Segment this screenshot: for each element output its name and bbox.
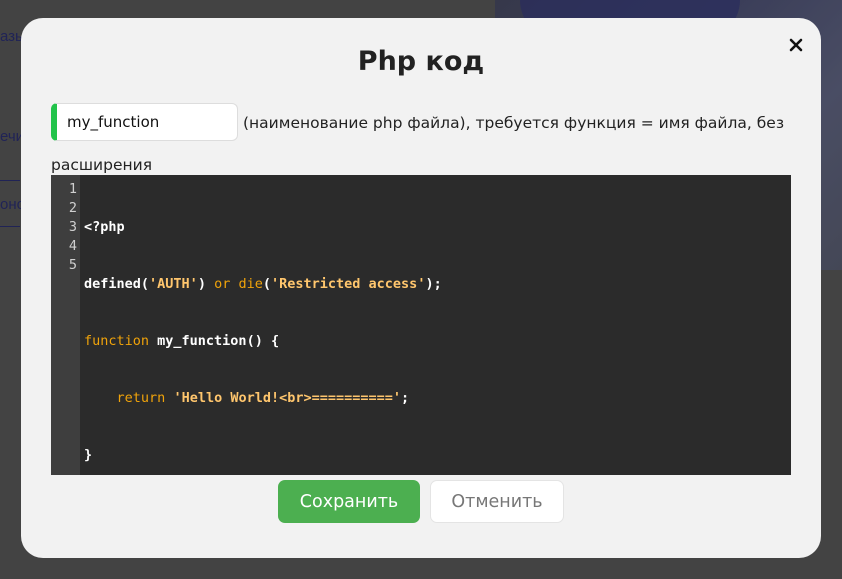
code-editor[interactable]: 1 2 3 4 5 <?php defined('AUTH') or die('…: [51, 175, 791, 475]
file-name-hint-continued: расширения: [51, 156, 153, 174]
code-line: return 'Hello World!<br>==========';: [84, 389, 791, 408]
code-token: return: [116, 390, 166, 406]
code-token: );: [425, 276, 442, 292]
code-line: }: [84, 446, 791, 465]
line-number: 1: [68, 181, 77, 197]
file-name-hint: (наименование php файла), требуется функ…: [243, 114, 785, 132]
dialog-title: Php код: [357, 46, 485, 77]
code-token: ;: [401, 390, 410, 406]
code-token: ): [197, 276, 215, 292]
php-code-dialog: Php код (наименование php файла), требуе…: [21, 18, 821, 558]
line-number: 2: [68, 200, 77, 216]
code-token: 'AUTH': [149, 276, 198, 292]
code-token: 'Restricted access': [271, 276, 426, 292]
save-button[interactable]: Сохранить: [278, 480, 420, 523]
line-number-gutter: 1 2 3 4 5: [51, 175, 80, 475]
file-name-input[interactable]: [51, 103, 238, 141]
code-token: <?php: [84, 219, 125, 235]
line-number: 4: [68, 238, 77, 254]
code-line: defined('AUTH') or die('Restricted acces…: [84, 275, 791, 294]
line-number: 5: [68, 257, 77, 273]
code-token: my_function() {: [149, 333, 280, 349]
code-token: defined(: [84, 276, 150, 292]
code-token: function: [84, 333, 150, 349]
code-line: <?php: [84, 218, 791, 237]
code-content[interactable]: <?php defined('AUTH') or die('Restricted…: [80, 175, 791, 475]
code-token: }: [84, 447, 93, 463]
cancel-button[interactable]: Отменить: [430, 480, 564, 523]
code-token: (: [262, 276, 272, 292]
code-token: or: [214, 276, 231, 292]
code-token: 'Hello World!<br>==========': [173, 390, 402, 406]
line-number: 3: [68, 219, 77, 235]
code-token: die: [238, 276, 263, 292]
code-line: function my_function() {: [84, 332, 791, 351]
